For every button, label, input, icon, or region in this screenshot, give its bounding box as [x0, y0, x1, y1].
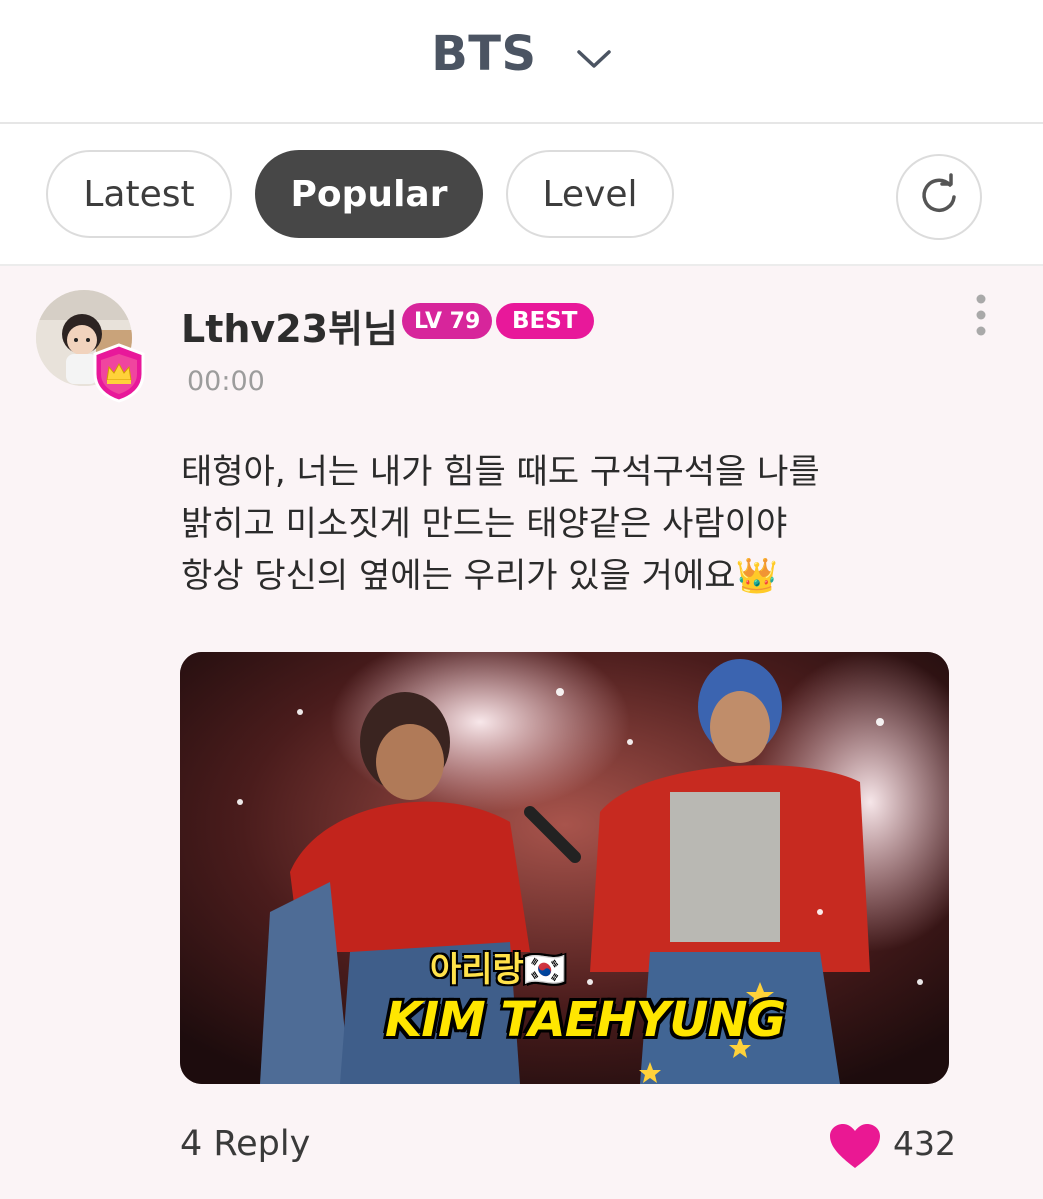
community-title: BTS [431, 26, 537, 82]
tab-level[interactable]: Level [506, 150, 674, 238]
post-content-line: 태형아, 너는 내가 힘들 때도 구석구석을 나를 [181, 452, 820, 492]
tab-popular-label: Popular [290, 173, 448, 215]
media-caption-english: KIM TAEHYUNG [385, 992, 786, 1048]
best-badge: BEST [496, 303, 594, 339]
post-content-line: 항상 당신의 옆에는 우리가 있을 거에요👑 [181, 556, 778, 596]
sort-tabs: Latest Popular Level [0, 124, 1043, 266]
post-content-line: 밝히고 미소짓게 만드는 태양같은 사람이야 [181, 504, 788, 544]
post-media-image[interactable]: 아리랑🇰🇷 KIM TAEHYUNG [180, 652, 949, 1084]
media-caption-korean: 아리랑🇰🇷 [430, 950, 567, 990]
post-card: Lthv23뷔님 LV 79 BEST 00:00 태형아, 너는 내가 힘들 … [0, 266, 1043, 1199]
tab-latest-label: Latest [83, 173, 195, 215]
tab-popular[interactable]: Popular [255, 150, 483, 238]
refresh-icon [917, 173, 961, 221]
crown-badge-icon [90, 342, 148, 408]
reply-count-link[interactable]: 4 Reply [180, 1124, 310, 1164]
top-header: BTS [0, 0, 1043, 124]
post-content: 태형아, 너는 내가 힘들 때도 구석구석을 나를 밝히고 미소짓게 만드는 태… [181, 446, 1001, 602]
refresh-button[interactable] [896, 154, 982, 240]
like-count: 432 [893, 1124, 956, 1163]
tab-level-label: Level [542, 173, 638, 215]
post-username[interactable]: Lthv23뷔님 [181, 298, 398, 353]
chevron-down-icon [576, 26, 612, 82]
level-badge: LV 79 [402, 303, 493, 339]
more-vertical-icon[interactable] [972, 294, 990, 344]
post-time: 00:00 [187, 366, 265, 397]
community-selector[interactable]: BTS [0, 26, 1043, 82]
heart-icon[interactable] [828, 1122, 882, 1174]
tab-latest[interactable]: Latest [46, 150, 232, 238]
